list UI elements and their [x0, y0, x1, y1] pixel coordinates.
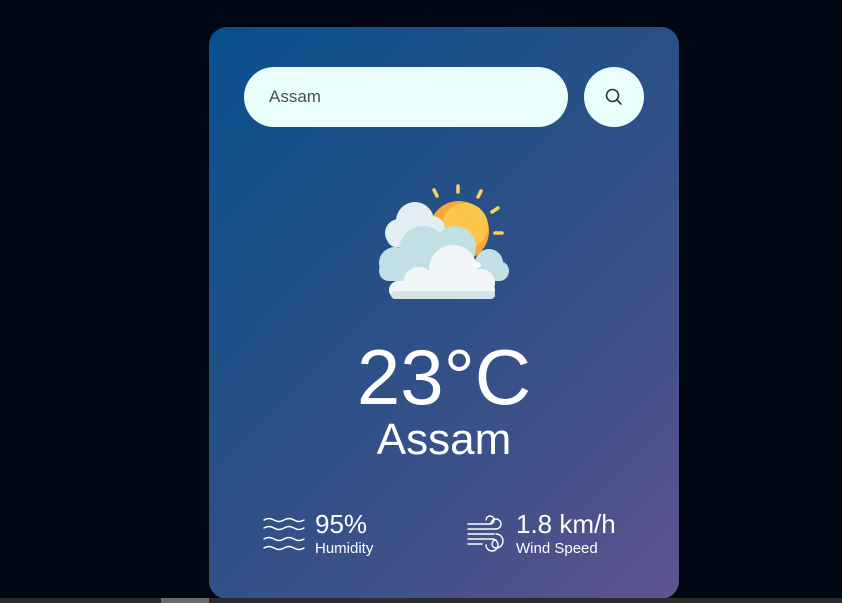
waves-icon: [263, 515, 305, 553]
humidity-label: Humidity: [315, 540, 374, 557]
humidity-value: 95%: [315, 509, 368, 539]
search-icon: [605, 88, 622, 105]
search-button[interactable]: [584, 67, 644, 127]
page: 23°C Assam 95% Humidity: [0, 0, 842, 603]
temperature: 23°C: [356, 333, 532, 421]
humidity-detail: 95% Humidity: [263, 509, 373, 559]
wind-detail: 1.8 km/h Wind Speed: [466, 509, 616, 559]
partly-cloudy-icon: [379, 184, 509, 299]
search-bar: [244, 67, 644, 127]
wind-icon: [466, 514, 506, 554]
wind-speed-value: 1.8 km/h: [516, 509, 616, 539]
scrollbar-thumb[interactable]: [161, 598, 209, 603]
search-input[interactable]: [244, 67, 568, 127]
wind-speed-label: Wind Speed: [516, 540, 598, 557]
city-name: Assam: [376, 415, 512, 464]
weather-card: 23°C Assam 95% Humidity: [209, 27, 679, 599]
horizontal-scrollbar[interactable]: [0, 598, 842, 603]
